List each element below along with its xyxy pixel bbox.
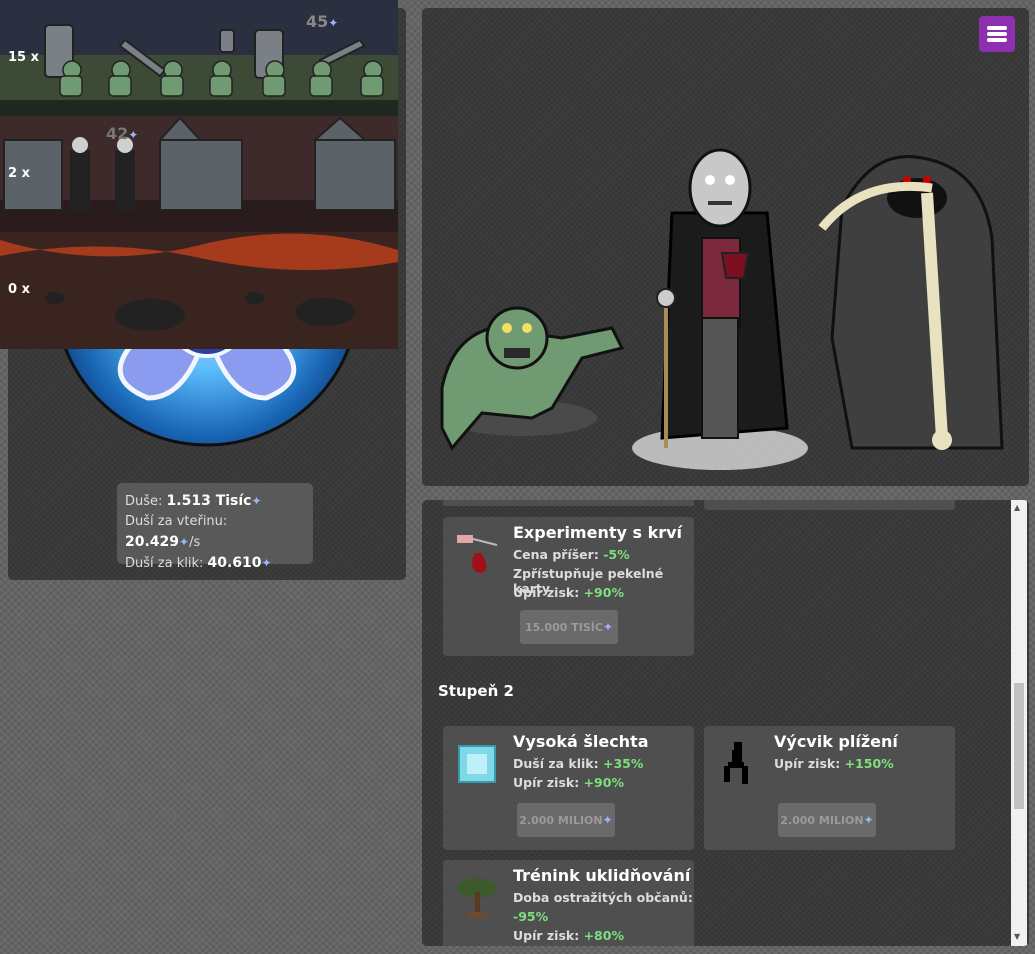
monster-showcase xyxy=(422,8,1029,486)
buy-upgrade-button[interactable]: 2.000 MILION✦ xyxy=(778,803,876,837)
scrollbar-thumb[interactable] xyxy=(1014,683,1024,809)
army-row-cost: 42✦ xyxy=(106,124,139,143)
army-row-cost: 45✦ xyxy=(306,12,339,31)
upgrade-card[interactable]: Vysoká šlechta Duší za klik: +35% Upír z… xyxy=(443,726,694,850)
butterfly-icon: ✦ xyxy=(179,535,190,549)
butterfly-icon: ✦ xyxy=(328,16,339,30)
butterfly-icon: ✦ xyxy=(602,813,613,827)
buy-upgrade-button[interactable]: 15.000 TISÍC✦ xyxy=(520,610,618,644)
diamond-icon xyxy=(458,745,496,783)
per-click-label: Duší za klik: xyxy=(125,556,204,571)
souls-per-second-row: Duší za vteřinu: 20.429✦/s xyxy=(125,512,305,553)
army-panel: 15 x 45✦ 2 x 42✦ 0 x xyxy=(0,0,398,349)
upgrade-card[interactable]: Experimenty s krví Cena příšer: -5% Zpří… xyxy=(443,517,694,656)
upgrade-effect-label: Upír zisk: xyxy=(774,756,841,771)
zombie-figure xyxy=(440,306,625,451)
upgrade-effect-label: Doba ostražitých občanů: xyxy=(513,890,693,905)
upgrade-effect-label: Upír zisk: xyxy=(513,775,580,790)
scroll-down-arrow-icon[interactable]: ▼ xyxy=(1014,932,1020,941)
per-second-label: Duší za vteřinu: xyxy=(125,514,228,529)
butterfly-icon: ✦ xyxy=(602,620,614,634)
upgrade-effect-value: -5% xyxy=(603,547,630,562)
upgrade-title: Experimenty s krví xyxy=(513,523,683,542)
souls-count-row: Duše: 1.513 Tisíc✦ xyxy=(125,491,305,512)
upgrade-title: Vysoká šlechta xyxy=(513,732,649,751)
butterfly-icon: ✦ xyxy=(128,128,139,142)
upgrade-effect-label: Upír zisk: xyxy=(513,928,580,943)
upgrade-title: Výcvik plížení xyxy=(774,732,898,751)
upgrade-card[interactable]: Výcvik plížení Upír zisk: +150% 2.000 MI… xyxy=(704,726,955,850)
upgrade-effect-value: +35% xyxy=(602,756,644,771)
blood-drop-icon xyxy=(457,535,498,573)
army-row-count: 2 x xyxy=(8,166,30,181)
monster-figures xyxy=(440,148,1004,470)
shop-scrollbar[interactable]: ▲ ▼ xyxy=(1011,500,1027,946)
butterfly-icon: ✦ xyxy=(251,494,262,508)
per-second-unit: /s xyxy=(189,535,201,550)
previous-card-edge xyxy=(443,500,694,506)
vampire-figure xyxy=(632,148,808,470)
upgrade-effect-label: Upír zisk: xyxy=(513,585,580,600)
upgrade-effect-label: Duší za klik: xyxy=(513,756,599,771)
souls-label: Duše: xyxy=(125,494,163,509)
soul-stats: Duše: 1.513 Tisíc✦ Duší za vteřinu: 20.4… xyxy=(117,483,313,571)
army-scene xyxy=(0,0,398,349)
upgrade-title: Trénink uklidňování xyxy=(513,866,691,885)
souls-value: 1.513 Tisíc xyxy=(166,493,252,509)
previous-card-edge xyxy=(704,500,955,510)
army-row-count: 15 x xyxy=(8,50,40,65)
butterfly-icon: ✦ xyxy=(863,813,874,827)
upgrade-card[interactable]: Trénink uklidňování Doba ostražitých obč… xyxy=(443,860,694,946)
upgrade-effect-value: +90% xyxy=(583,585,624,600)
upgrade-effect-value: +80% xyxy=(583,928,624,943)
sneaking-figure-icon xyxy=(724,742,748,784)
tier-heading: Stupeň 2 xyxy=(438,682,514,700)
army-row-count: 0 x xyxy=(8,282,30,297)
bonsai-icon xyxy=(457,878,497,918)
souls-per-click-row: Duší za klik: 40.610✦ xyxy=(125,553,305,574)
scroll-up-arrow-icon[interactable]: ▲ xyxy=(1014,503,1020,512)
upgrade-effect-value: +150% xyxy=(844,756,894,771)
upgrade-effect-value: +90% xyxy=(583,775,624,790)
upgrade-effect-value: -95% xyxy=(513,909,549,924)
per-click-value: 40.610 xyxy=(207,555,262,571)
butterfly-icon: ✦ xyxy=(261,556,272,570)
per-second-value: 20.429 xyxy=(125,534,180,550)
upgrade-shop: Experimenty s krví Cena příšer: -5% Zpří… xyxy=(422,500,1029,946)
buy-upgrade-button[interactable]: 2.000 MILION✦ xyxy=(517,803,615,837)
reaper-figure xyxy=(818,155,1004,450)
upgrade-effect-label: Cena příšer: xyxy=(513,547,599,562)
